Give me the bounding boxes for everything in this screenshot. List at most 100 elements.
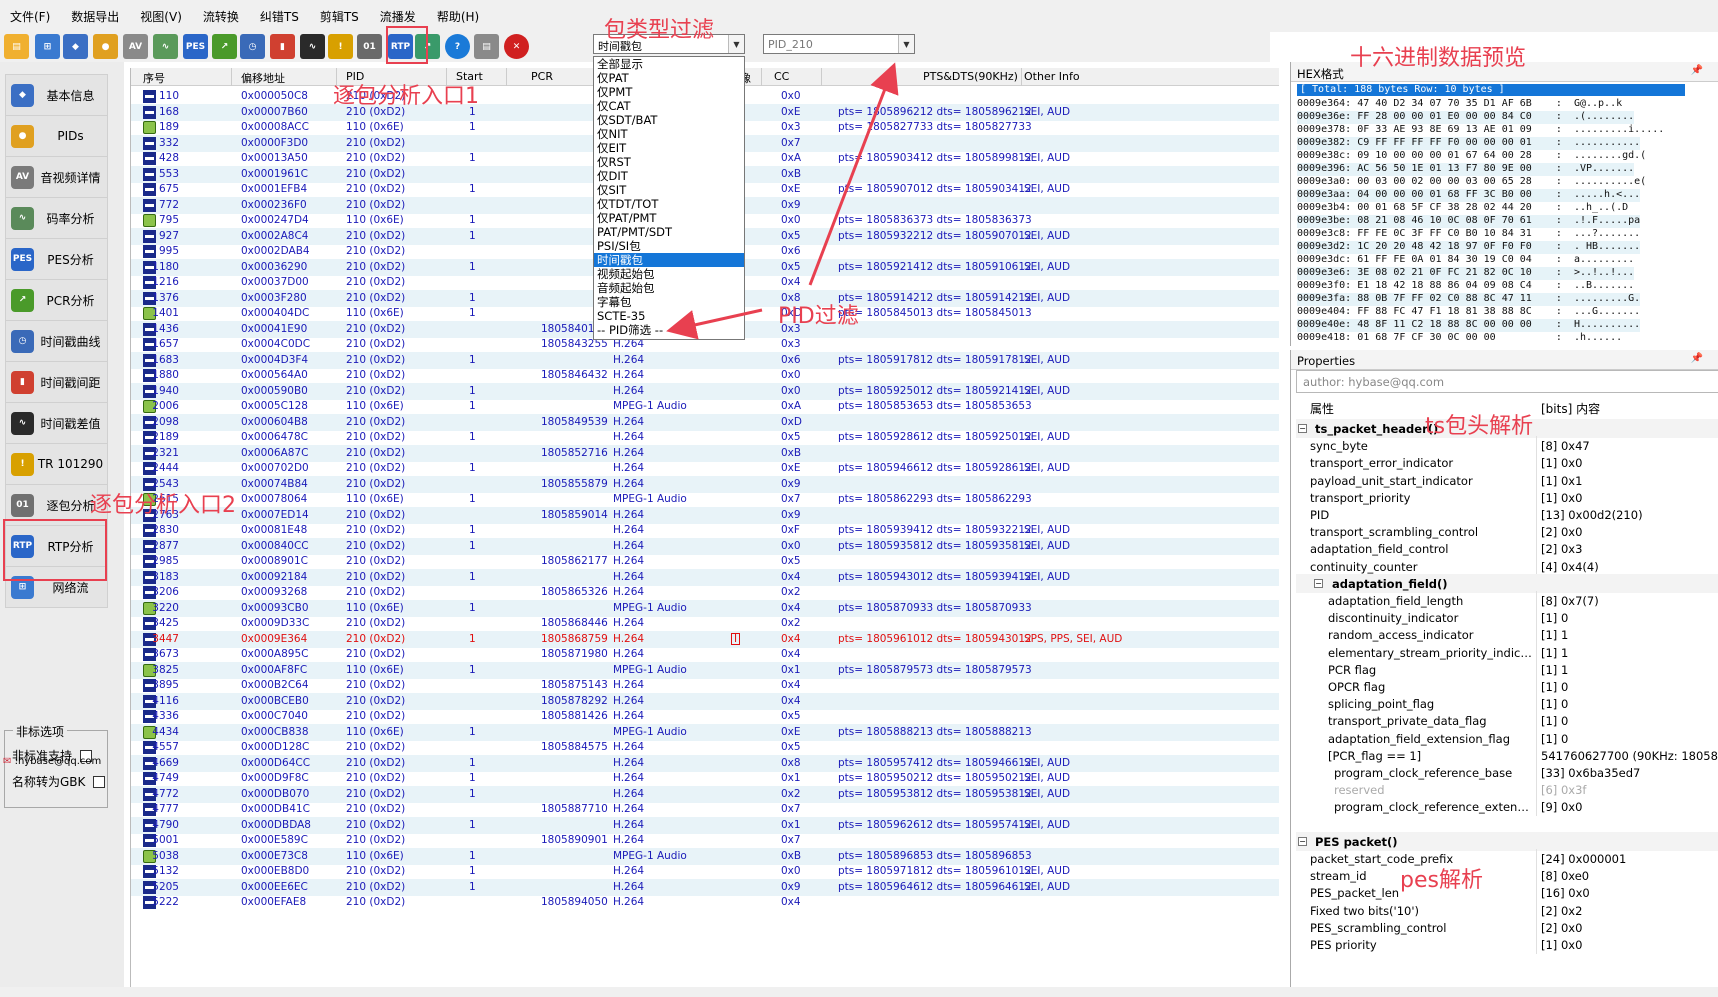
property-row[interactable]: transport_priority [1] 0x0 [1296, 487, 1718, 507]
menu-item-5[interactable]: 剪辑TS [310, 8, 370, 25]
menu-item-3[interactable]: 流转换 [193, 8, 250, 25]
network-icon[interactable]: ⊞ [35, 34, 60, 59]
table-row[interactable]: 4790 0x000DBDA8 210 (0xD2) 1 H.264 0x1 pts= 18… [131, 816, 1279, 834]
menu-item-1[interactable]: 数据导出 [61, 8, 130, 25]
table-row[interactable]: 2615 0x00078064 110 (0x6E) 1 MPEG-1 Audio 0x7… [131, 491, 1279, 508]
property-row[interactable]: Fixed two bits('10') [2] 0x2 [1296, 900, 1718, 920]
col-header[interactable]: 序号 [143, 70, 165, 86]
property-row[interactable]: OPCR flag [1] 0 [1296, 677, 1718, 696]
nav-4[interactable]: PES PES分析 [5, 238, 108, 280]
table-row[interactable]: 4777 0x000DB41C 210 (0xD2) 1805887710 H.264 0… [131, 801, 1279, 818]
dropdown-item[interactable]: PSI/SI包 [594, 239, 744, 253]
property-row[interactable]: continuity_counter [4] 0x4(4) [1296, 556, 1718, 576]
property-row[interactable]: transport_error_indicator [1] 0x0 [1296, 453, 1718, 473]
chevron-down-icon[interactable]: ▼ [898, 35, 914, 53]
col-header[interactable]: PCR [531, 70, 553, 83]
nav-7[interactable]: ▮ 时间戳间距 [5, 361, 108, 403]
packet-analysis-icon[interactable]: 01 [357, 34, 382, 59]
pin-icon[interactable]: 📌 [1691, 353, 1703, 364]
gbk-name-option[interactable]: 名称转为GBK [12, 773, 106, 790]
nav-2[interactable]: AV 音视频详情 [5, 156, 108, 198]
property-row[interactable]: discontinuity_indicator [1] 0 [1296, 608, 1718, 628]
collapse-icon[interactable]: − [1298, 836, 1307, 846]
pie-icon[interactable]: ● [93, 34, 118, 59]
dropdown-item[interactable]: 仅TDT/TOT [594, 197, 744, 211]
pcr-icon[interactable]: ↗ [212, 34, 237, 59]
warning-icon[interactable]: ! [328, 34, 353, 59]
table-row[interactable]: 2763 0x0007ED14 210 (0xD2) 1805859014 H.264 0… [131, 506, 1279, 524]
dropdown-item[interactable]: 仅PMT [594, 85, 744, 99]
property-row[interactable]: splicing_point_flag [1] 0 [1296, 694, 1718, 714]
property-row[interactable]: PID [13] 0x00d2(210) [1296, 505, 1718, 524]
table-row[interactable]: 2321 0x0006A87C 210 (0xD2) 1805852716 H.264 0… [131, 444, 1279, 462]
dropdown-item[interactable]: 音频起始包 [594, 281, 744, 295]
property-row[interactable]: program_clock_reference_extensi... [9] 0x… [1296, 797, 1718, 817]
table-row[interactable]: 5205 0x000EE6EC 210 (0xD2) 1 H.264 0x9 pts= 18… [131, 878, 1279, 896]
table-row[interactable]: 4772 0x000DB070 210 (0xD2) 1 H.264 0x2 pts= 18… [131, 785, 1279, 803]
dropdown-item[interactable]: 仅CAT [594, 99, 744, 113]
table-row[interactable]: 2189 0x0006478C 210 (0xD2) 1 H.264 0x5 pts= 18… [131, 429, 1279, 446]
pin-icon[interactable]: 📌 [1691, 65, 1703, 76]
dropdown-item[interactable]: 仅DIT [594, 169, 744, 183]
table-row[interactable]: 3183 0x00092184 210 (0xD2) 1 H.264 0x4 pts= 18… [131, 568, 1279, 586]
dropdown-item[interactable]: 视频起始包 [594, 267, 744, 281]
dropdown-item[interactable]: PAT/PMT/SDT [594, 225, 744, 239]
table-row[interactable]: 4749 0x000D9F8C 210 (0xD2) 1 H.264 0x1 pts= 18… [131, 770, 1279, 787]
nav-1[interactable]: ● PIDs [5, 115, 108, 157]
property-row[interactable]: payload_unit_start_indicator [1] 0x1 [1296, 470, 1718, 490]
chevron-down-icon[interactable]: ▼ [728, 35, 744, 53]
property-row[interactable]: [PCR_flag == 1] 541760627700 (90KHz: 1805… [1296, 745, 1718, 765]
table-row[interactable]: 1940 0x000590B0 210 (0xD2) 1 H.264 0x0 pts= 18… [131, 382, 1279, 400]
nav-9[interactable]: ! TR 101290 [5, 443, 108, 485]
table-row[interactable]: 2877 0x000840CC 210 (0xD2) 1 H.264 0x0 pts= 18… [131, 537, 1279, 555]
table-row[interactable]: 1683 0x0004D3F4 210 (0xD2) 1 H.264 0x6 pts= 18… [131, 351, 1279, 369]
rate-icon[interactable]: ∿ [153, 34, 178, 59]
menu-item-2[interactable]: 视图(V) [130, 8, 193, 25]
dropdown-item[interactable]: -- PID筛选 -- [594, 323, 744, 337]
property-row[interactable]: PES_packet_len [16] 0x0 [1296, 883, 1718, 903]
table-row[interactable]: 3220 0x00093CB0 110 (0x6E) 1 MPEG-1 Audio 0x4… [131, 599, 1279, 617]
property-row[interactable]: PES_scrambling_control [2] 0x0 [1296, 917, 1718, 937]
table-row[interactable]: 4669 0x000D64CC 210 (0xD2) 1 H.264 0x8 pts= 18… [131, 754, 1279, 772]
nav-3[interactable]: ∿ 码率分析 [5, 197, 108, 239]
table-row[interactable]: 2543 0x00074B84 210 (0xD2) 1805855879 H.264 0… [131, 475, 1279, 493]
av-icon[interactable]: AV [123, 34, 148, 59]
dropdown-item[interactable]: 仅PAT/PMT [594, 211, 744, 225]
bar-chart-icon[interactable]: ▮ [270, 34, 295, 59]
table-row[interactable]: 2830 0x00081E48 210 (0xD2) 1 H.264 0xF pts= 18… [131, 522, 1279, 539]
gbk-name-checkbox[interactable] [93, 775, 106, 788]
property-row[interactable]: elementary_stream_priority_indica... [1] … [1296, 642, 1718, 662]
collapse-icon[interactable]: − [1298, 424, 1307, 433]
menu-item-4[interactable]: 纠错TS [250, 8, 310, 25]
dropdown-item[interactable]: 字幕包 [594, 295, 744, 309]
col-header[interactable]: CC [774, 70, 789, 83]
table-row[interactable]: 5132 0x000EB8D0 210 (0xD2) 1 H.264 0x0 pts= 18… [131, 863, 1279, 880]
help-icon[interactable]: ? [445, 34, 470, 59]
table-row[interactable]: 3425 0x0009D33C 210 (0xD2) 1805868446 H.264 0… [131, 615, 1279, 632]
dropdown-item[interactable]: 仅PAT [594, 71, 744, 85]
table-row[interactable]: 3825 0x000AF8FC 110 (0x6E) 1 MPEG-1 Audio 0x1… [131, 661, 1279, 679]
menu-item-0[interactable]: 文件(F) [0, 8, 61, 25]
menu-item-6[interactable]: 流播发 [370, 8, 427, 25]
pes-icon[interactable]: PES [183, 34, 208, 59]
dropdown-item[interactable]: 全部显示 [594, 57, 744, 71]
nav-8[interactable]: ∿ 时间戳差值 [5, 402, 108, 444]
menu-item-7[interactable]: 帮助(H) [427, 8, 490, 25]
nav-5[interactable]: ↗ PCR分析 [5, 279, 108, 321]
dropdown-item[interactable]: 仅RST [594, 155, 744, 169]
property-row[interactable]: transport_private_data_flag [1] 0 [1296, 711, 1718, 731]
info-icon[interactable]: ◆ [63, 34, 88, 59]
table-row[interactable]: 3673 0x000A895C 210 (0xD2) 1805871980 H.264 0… [131, 646, 1279, 663]
table-row[interactable]: 4336 0x000C7040 210 (0xD2) 1805881426 H.264 0… [131, 708, 1279, 725]
col-header[interactable]: PTS&DTS(90KHz) [923, 70, 1018, 83]
dropdown-item[interactable]: 仅SIT [594, 183, 744, 197]
nav-6[interactable]: ◷ 时间戳曲线 [5, 320, 108, 362]
col-header[interactable]: Other Info [1024, 70, 1080, 83]
dropdown-item[interactable]: 仅SDT/BAT [594, 113, 744, 127]
property-row[interactable] [1296, 815, 1718, 834]
table-row[interactable]: 2985 0x0008901C 210 (0xD2) 1805862177 H.264 0… [131, 553, 1279, 570]
dropdown-item[interactable]: 仅NIT [594, 127, 744, 141]
dropdown-item[interactable]: 仅EIT [594, 141, 744, 155]
property-row[interactable]: stream_id [8] 0xe0 [1296, 866, 1718, 886]
property-row[interactable]: random_access_indicator [1] 1 [1296, 625, 1718, 645]
